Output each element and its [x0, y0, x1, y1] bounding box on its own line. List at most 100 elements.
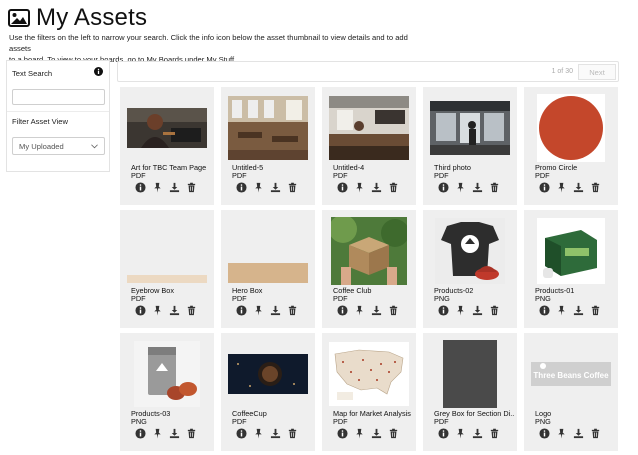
asset-card[interactable]: Untitled-5 PDF: [221, 87, 315, 205]
trash-icon[interactable]: [590, 182, 601, 193]
filter-sidebar: Text Search Filter Asset View My Uploade…: [6, 60, 110, 172]
trash-icon[interactable]: [287, 428, 298, 439]
pin-icon[interactable]: [253, 428, 264, 439]
download-icon[interactable]: [573, 182, 584, 193]
intro-line-1: Use the filters on the left to narrow yo…: [9, 33, 408, 53]
asset-thumbnail-orange-circle[interactable]: [531, 94, 611, 162]
trash-icon[interactable]: [287, 182, 298, 193]
asset-card[interactable]: CoffeeCup PDF: [221, 333, 315, 451]
download-icon[interactable]: [472, 305, 483, 316]
download-icon[interactable]: [573, 305, 584, 316]
download-icon[interactable]: [472, 428, 483, 439]
download-icon[interactable]: [472, 182, 483, 193]
pin-icon[interactable]: [152, 428, 163, 439]
pin-icon[interactable]: [556, 182, 567, 193]
download-icon[interactable]: [169, 305, 180, 316]
info-icon[interactable]: [438, 182, 449, 193]
info-icon[interactable]: [94, 67, 103, 76]
download-icon[interactable]: [270, 305, 281, 316]
download-icon[interactable]: [270, 428, 281, 439]
pin-icon[interactable]: [455, 182, 466, 193]
asset-thumbnail-green-product-box[interactable]: [531, 218, 611, 284]
download-icon[interactable]: [270, 182, 281, 193]
asset-card[interactable]: Eyebrow Box PDF: [120, 210, 214, 328]
info-icon[interactable]: [337, 428, 348, 439]
trash-icon[interactable]: [489, 182, 500, 193]
asset-card[interactable]: Grey Box for Section Di... PDF: [423, 333, 517, 451]
info-icon[interactable]: [236, 428, 247, 439]
info-icon[interactable]: [337, 182, 348, 193]
next-button[interactable]: Next: [578, 64, 616, 80]
asset-thumbnail-tan-box[interactable]: [228, 219, 308, 283]
download-icon[interactable]: [371, 428, 382, 439]
pin-icon[interactable]: [556, 428, 567, 439]
info-icon[interactable]: [438, 428, 449, 439]
info-icon[interactable]: [236, 305, 247, 316]
trash-icon[interactable]: [287, 305, 298, 316]
asset-thumbnail-tshirt-cap[interactable]: [430, 218, 510, 284]
info-icon[interactable]: [337, 305, 348, 316]
pin-icon[interactable]: [354, 305, 365, 316]
asset-thumbnail-photo-box-hands[interactable]: [329, 217, 409, 285]
pin-icon[interactable]: [354, 428, 365, 439]
asset-card[interactable]: Hero Box PDF: [221, 210, 315, 328]
asset-card[interactable]: Untitled-4 PDF: [322, 87, 416, 205]
asset-thumbnail-photo-cafe-entrance[interactable]: [430, 96, 510, 160]
info-icon[interactable]: [438, 305, 449, 316]
asset-card[interactable]: Products-01 PNG: [524, 210, 618, 328]
info-icon[interactable]: [135, 428, 146, 439]
info-icon[interactable]: [539, 428, 550, 439]
logo-thumb-text: Three Beans Coffee: [533, 371, 609, 380]
asset-card[interactable]: Art for TBC Team Page PDF: [120, 87, 214, 205]
info-icon[interactable]: [135, 182, 146, 193]
asset-card[interactable]: Three Beans Coffee Logo PNG: [524, 333, 618, 451]
asset-thumbnail-three-beans-logo[interactable]: Three Beans Coffee: [531, 342, 611, 406]
asset-thumbnail-photo-cafe-interior[interactable]: [228, 96, 308, 160]
asset-card[interactable]: Third photo PDF: [423, 87, 517, 205]
text-search-input[interactable]: [12, 89, 105, 105]
trash-icon[interactable]: [186, 428, 197, 439]
trash-icon[interactable]: [388, 428, 399, 439]
asset-thumbnail-photo-woman-laptop[interactable]: [127, 96, 207, 160]
trash-icon[interactable]: [186, 182, 197, 193]
asset-thumbnail-grey-box[interactable]: [430, 340, 510, 408]
info-icon[interactable]: [539, 305, 550, 316]
pin-icon[interactable]: [455, 428, 466, 439]
pin-icon[interactable]: [253, 182, 264, 193]
asset-actions: [236, 305, 298, 316]
asset-thumbnail-beige-strip[interactable]: [127, 219, 207, 283]
trash-icon[interactable]: [590, 305, 601, 316]
pin-icon[interactable]: [152, 305, 163, 316]
asset-card[interactable]: Coffee Club PDF: [322, 210, 416, 328]
download-icon[interactable]: [169, 182, 180, 193]
pin-icon[interactable]: [556, 305, 567, 316]
asset-card[interactable]: Products-03 PNG: [120, 333, 214, 451]
asset-card[interactable]: Products-02 PNG: [423, 210, 517, 328]
asset-actions: [539, 428, 601, 439]
asset-thumbnail-us-map[interactable]: [329, 342, 409, 406]
trash-icon[interactable]: [388, 182, 399, 193]
download-icon[interactable]: [169, 428, 180, 439]
asset-file-type: PDF: [434, 417, 449, 426]
download-icon[interactable]: [573, 428, 584, 439]
trash-icon[interactable]: [590, 428, 601, 439]
asset-card[interactable]: Map for Market Analysis PDF: [322, 333, 416, 451]
info-icon[interactable]: [539, 182, 550, 193]
info-icon[interactable]: [135, 305, 146, 316]
asset-card[interactable]: Promo Circle PDF: [524, 87, 618, 205]
pin-icon[interactable]: [152, 182, 163, 193]
trash-icon[interactable]: [489, 305, 500, 316]
asset-thumbnail-photo-cafe-bar[interactable]: [329, 96, 409, 160]
trash-icon[interactable]: [489, 428, 500, 439]
pin-icon[interactable]: [354, 182, 365, 193]
asset-thumbnail-coffee-cup-dark[interactable]: [228, 342, 308, 406]
pin-icon[interactable]: [455, 305, 466, 316]
pin-icon[interactable]: [253, 305, 264, 316]
asset-thumbnail-coffee-bag-cups[interactable]: [127, 341, 207, 407]
trash-icon[interactable]: [388, 305, 399, 316]
filter-asset-view-select[interactable]: My Uploaded: [12, 137, 105, 155]
trash-icon[interactable]: [186, 305, 197, 316]
info-icon[interactable]: [236, 182, 247, 193]
download-icon[interactable]: [371, 182, 382, 193]
download-icon[interactable]: [371, 305, 382, 316]
